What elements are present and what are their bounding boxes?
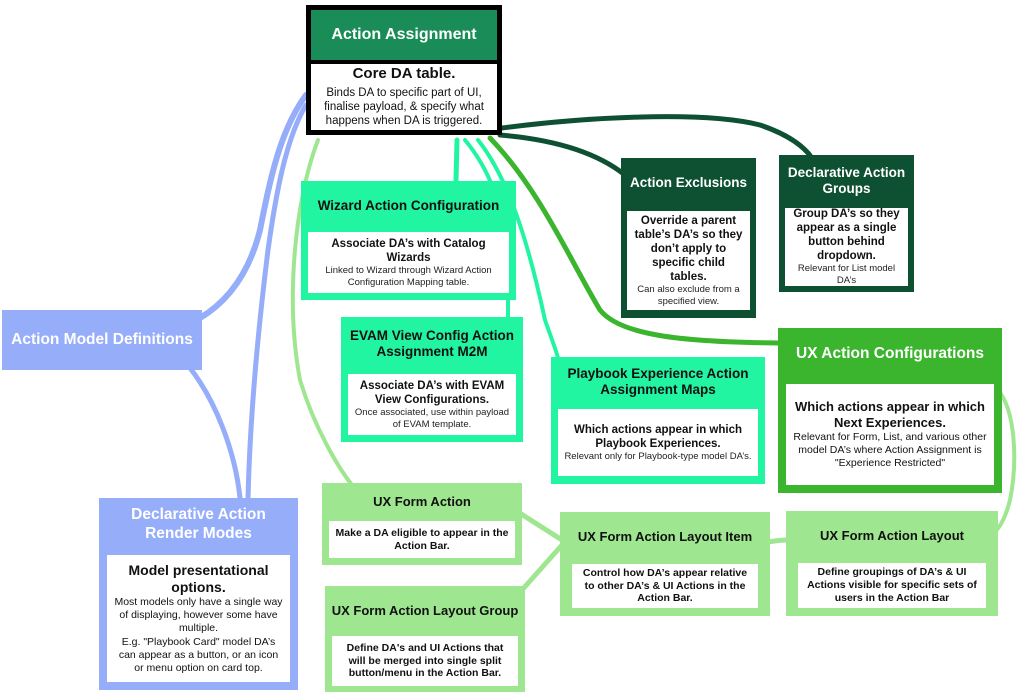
node-action-exclusions: Action Exclusions Override a parent tabl…	[621, 158, 756, 318]
node-lead: Override a parent table’s DA’s so they d…	[634, 214, 743, 283]
edge-model-definitions-to-render-modes	[187, 365, 243, 501]
node-action-assignment: Action Assignment Core DA table. Binds D…	[306, 5, 502, 135]
node-note-example: E.g. "Playbook Card" model DA’s can appe…	[118, 635, 279, 674]
node-lead: Model presentational options.	[128, 562, 269, 596]
node-body: Group DA’s so they appear as a single bu…	[785, 208, 908, 286]
node-title: Action Assignment	[331, 26, 477, 44]
node-note: Can also exclude from a specified view.	[637, 283, 740, 307]
node-ux-form-action: UX Form Action Make a DA eligible to app…	[322, 483, 522, 565]
edge-layout-group-to-layout-item	[519, 542, 565, 593]
node-lead: Group DA’s so they appear as a single bu…	[793, 208, 900, 263]
node-body: Associate DA’s with Catalog Wizards Link…	[308, 232, 509, 293]
node-note: Most models only have a single way of di…	[114, 596, 283, 635]
node-lead: Associate DA’s with Catalog Wizards	[331, 237, 486, 264]
node-title: Playbook Experience Action Assignment Ma…	[567, 365, 749, 397]
node-lead: Make a DA eligible to appear in the Acti…	[335, 526, 509, 552]
node-title: UX Form Action Layout Group	[331, 603, 519, 619]
node-body: Which actions appear in which Playbook E…	[558, 409, 758, 476]
node-body: Associate DA’s with EVAM View Configurat…	[348, 374, 516, 435]
node-playbook-experience: Playbook Experience Action Assignment Ma…	[551, 357, 765, 484]
node-note: Linked to Wizard through Wizard Action C…	[325, 264, 492, 288]
node-note: Binds DA to specific part of UI, finalis…	[324, 86, 484, 128]
node-declarative-action-groups: Declarative Action Groups Group DA’s so …	[779, 155, 914, 292]
node-note: Once associated, use within payload of E…	[354, 406, 510, 430]
node-ux-action-configurations: UX Action Configurations Which actions a…	[778, 328, 1002, 493]
node-lead: Which actions appear in which Next Exper…	[795, 398, 985, 430]
node-note: Relevant only for Playbook-type model DA…	[564, 450, 752, 462]
node-title: Declarative Action Groups	[787, 164, 906, 196]
edge-action-assignment-to-declarative-action-groups	[499, 114, 815, 161]
node-note: Relevant for List model DA’s	[797, 263, 896, 287]
node-title: UX Form Action	[373, 494, 471, 510]
node-body: Make a DA eligible to appear in the Acti…	[329, 521, 515, 558]
node-ux-form-action-layout-group: UX Form Action Layout Group Define DA's …	[325, 586, 525, 692]
node-lead: Which actions appear in which Playbook E…	[573, 423, 743, 450]
node-body: Model presentational options. Most model…	[107, 555, 290, 682]
node-title: Action Model Definitions	[11, 330, 193, 348]
edge-ux-form-action-to-layout-item	[515, 509, 565, 543]
node-title: UX Form Action Layout	[820, 528, 964, 544]
edge-action-assignment-to-wizard	[453, 137, 460, 183]
node-title: UX Form Action Layout Item	[577, 529, 753, 545]
node-action-model-definitions: Action Model Definitions	[2, 310, 202, 370]
node-lead: Control how DA’s appear relative to othe…	[582, 566, 748, 605]
node-wizard-action-configuration: Wizard Action Configuration Associate DA…	[301, 181, 516, 300]
node-title: Action Exclusions	[629, 174, 748, 190]
node-lead: Associate DA’s with EVAM View Configurat…	[359, 379, 505, 406]
node-body: Core DA table. Binds DA to specific part…	[311, 60, 497, 130]
node-ux-form-action-layout: UX Form Action Layout Define groupings o…	[786, 511, 998, 616]
node-title: Declarative Action Render Modes	[131, 506, 266, 542]
node-body: Define DA's and UI Actions that will be …	[332, 636, 518, 686]
node-title: EVAM View Config Action Assignment M2M	[349, 327, 514, 359]
node-body: Control how DA’s appear relative to othe…	[572, 564, 758, 608]
node-body: Define groupings of DA’s & UI Actions vi…	[798, 563, 986, 608]
node-note: Relevant for Form, List, and various oth…	[793, 430, 987, 469]
edge-layout-item-to-layout	[765, 537, 791, 545]
node-ux-form-action-layout-item: UX Form Action Layout Item Control how D…	[560, 512, 770, 616]
node-body: Which actions appear in which Next Exper…	[786, 384, 994, 485]
node-declarative-action-render-modes: Declarative Action Render Modes Model pr…	[99, 498, 298, 690]
node-evam-view-config: EVAM View Config Action Assignment M2M A…	[341, 317, 523, 442]
node-title: UX Action Configurations	[796, 344, 984, 362]
node-lead: Define DA's and UI Actions that will be …	[346, 641, 504, 680]
node-title: Wizard Action Configuration	[317, 197, 500, 213]
edge-action-assignment-to-action-model-definitions	[197, 92, 309, 321]
node-body: Override a parent table’s DA’s so they d…	[627, 211, 750, 310]
node-lead: Core DA table.	[352, 65, 456, 83]
node-lead: Define groupings of DA’s & UI Actions vi…	[807, 566, 977, 604]
